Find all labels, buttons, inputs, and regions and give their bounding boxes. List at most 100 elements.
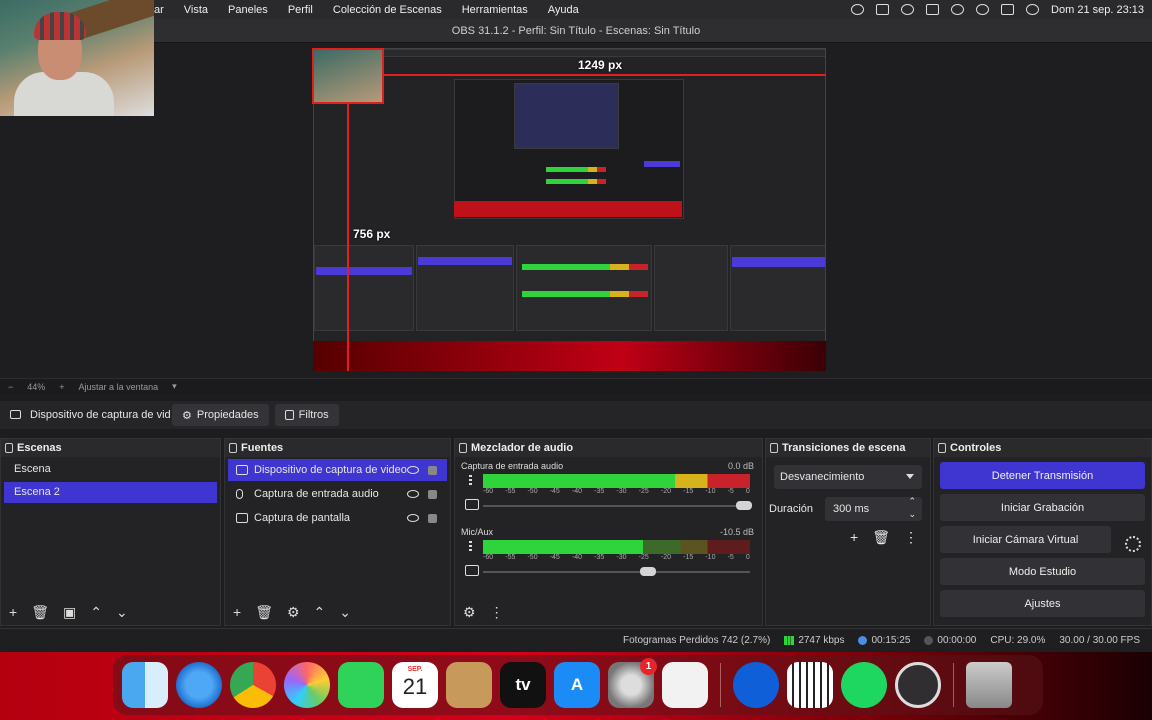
source-item-video-capture[interactable]: Dispositivo de captura de video	[228, 459, 447, 481]
preview-nested-meter-2	[546, 179, 606, 184]
move-up-icon[interactable]: ⌃	[314, 604, 326, 621]
settings-button[interactable]: Ajustes	[940, 590, 1145, 617]
source-item-screen-capture[interactable]: Captura de pantalla	[228, 507, 447, 529]
trash-icon[interactable]: 🗑	[255, 604, 273, 621]
menubar-clock[interactable]: Dom 21 sep. 23:13	[1051, 4, 1144, 16]
fit-window-label[interactable]: Ajustar a la ventana	[79, 382, 159, 392]
menu-coleccion-escenas[interactable]: Colección de Escenas	[333, 4, 442, 16]
photos-icon[interactable]	[284, 662, 330, 708]
trash-icon[interactable]	[966, 662, 1012, 708]
eye-icon[interactable]	[407, 514, 419, 522]
facetime-icon[interactable]	[338, 662, 384, 708]
move-down-icon[interactable]: ⌄	[339, 604, 351, 621]
menu-ayuda[interactable]: Ayuda	[548, 4, 579, 16]
transition-selected: Desvanecimiento	[780, 471, 865, 483]
volume-slider-handle[interactable]	[639, 567, 656, 576]
control-center-icon[interactable]	[1001, 4, 1015, 15]
eye-icon[interactable]	[407, 490, 419, 498]
record-time-status: 00:00:00	[924, 635, 976, 646]
menu-herramientas[interactable]: Herramientas	[462, 4, 528, 16]
scene-item-escena[interactable]: Escena	[4, 459, 217, 480]
app-store-icon[interactable]: A	[554, 662, 600, 708]
microphone-icon	[236, 489, 243, 499]
stop-streaming-button[interactable]: Detener Transmisión	[940, 462, 1145, 489]
channel-name: Mic/Aux	[461, 527, 494, 537]
advanced-audio-icon[interactable]: ⚙	[463, 604, 476, 621]
gear-icon[interactable]: ⚙	[287, 604, 300, 621]
trash-icon[interactable]: 🗑	[872, 529, 890, 546]
zoom-out-icon[interactable]: −	[8, 382, 13, 392]
transition-select[interactable]: Desvanecimiento	[774, 465, 922, 489]
speaker-icon[interactable]	[465, 499, 479, 510]
filters-button[interactable]: Filtros	[274, 404, 339, 426]
piano-icon[interactable]	[787, 662, 833, 708]
preview-nested-stream-button	[644, 161, 680, 167]
start-virtual-camera-button[interactable]: Iniciar Cámara Virtual	[940, 526, 1111, 553]
lock-icon[interactable]	[428, 513, 437, 523]
menu-perfil[interactable]: Perfil	[288, 4, 313, 16]
source-item-audio-input[interactable]: Captura de entrada audio	[228, 483, 447, 505]
dock-float-icon[interactable]	[5, 443, 13, 453]
wifi-icon[interactable]	[951, 4, 965, 15]
controls-header: Controles	[934, 439, 1151, 457]
zoom-in-icon[interactable]: +	[59, 382, 64, 392]
scene-filter-icon[interactable]: ▣	[63, 604, 76, 621]
screen-record-icon[interactable]	[876, 4, 890, 15]
active-source-name: Dispositivo de captura de vid	[0, 409, 172, 421]
lock-icon[interactable]	[428, 465, 437, 475]
battery-icon[interactable]	[926, 4, 940, 15]
source-label: Dispositivo de captura de video	[254, 464, 407, 476]
menu-paneles[interactable]: Paneles	[228, 4, 268, 16]
duration-input[interactable]: 300 ms ⌃ ⌄	[825, 495, 922, 521]
add-transition-icon[interactable]: +	[850, 529, 858, 546]
properties-button[interactable]: ⚙ Propiedades	[172, 404, 269, 426]
calendar-icon[interactable]: SEP. 21	[392, 662, 438, 708]
menu-truncated[interactable]: ar	[154, 4, 164, 16]
start-recording-button[interactable]: Iniciar Grabación	[940, 494, 1145, 521]
meter-ticks: -60 -55 -50 -45 -40 -35 -30 -25 -20 -15 -10 -5 0	[483, 488, 750, 497]
obs-status-icon[interactable]	[851, 4, 865, 15]
lock-icon[interactable]	[428, 489, 437, 499]
program-preview[interactable]	[313, 48, 826, 371]
audio-mixer-header: Mezclador de audio	[455, 439, 762, 457]
search-icon[interactable]	[976, 4, 990, 15]
kebab-menu-icon[interactable]: ⋮	[904, 529, 918, 546]
teamviewer-icon[interactable]	[733, 662, 779, 708]
add-source-icon[interactable]: +	[233, 604, 241, 620]
dock-float-icon[interactable]	[459, 443, 467, 453]
eye-icon[interactable]	[407, 466, 419, 474]
volume-slider[interactable]	[483, 571, 750, 573]
preview-app-icon[interactable]	[662, 662, 708, 708]
kebab-menu-icon[interactable]	[469, 541, 472, 553]
chrome-icon[interactable]	[230, 662, 276, 708]
menu-vista[interactable]: Vista	[184, 4, 208, 16]
volume-slider[interactable]	[483, 505, 750, 507]
chevron-down-icon[interactable]: ▾	[172, 381, 177, 392]
move-down-icon[interactable]: ⌄	[116, 604, 128, 621]
trash-icon[interactable]: 🗑	[31, 604, 49, 621]
obs-icon[interactable]	[895, 662, 941, 708]
volume-slider-handle[interactable]	[736, 501, 752, 510]
siri-icon[interactable]	[1026, 4, 1040, 15]
speaker-icon[interactable]	[465, 565, 479, 576]
dock-float-icon[interactable]	[229, 443, 237, 453]
scene-item-escena-2[interactable]: Escena 2	[4, 482, 217, 503]
safari-icon[interactable]	[176, 662, 222, 708]
system-settings-icon[interactable]: 1	[608, 658, 657, 708]
move-up-icon[interactable]: ⌃	[90, 604, 102, 621]
selected-source-box[interactable]	[312, 48, 384, 104]
add-scene-icon[interactable]: +	[9, 604, 17, 620]
gear-icon[interactable]	[1125, 536, 1141, 552]
preview-mac-dock	[313, 341, 826, 371]
studio-mode-button[interactable]: Modo Estudio	[940, 558, 1145, 585]
play-icon[interactable]	[901, 4, 915, 15]
spotify-icon[interactable]	[841, 662, 887, 708]
finder-icon[interactable]	[122, 662, 168, 708]
dock-float-icon[interactable]	[938, 443, 946, 453]
kebab-menu-icon[interactable]: ⋮	[490, 604, 504, 621]
apple-tv-icon[interactable]: tv	[500, 662, 546, 708]
dock-float-icon[interactable]	[770, 443, 778, 453]
kebab-menu-icon[interactable]	[469, 475, 472, 487]
contacts-icon[interactable]	[446, 662, 492, 708]
stepper-icon[interactable]: ⌃ ⌄	[908, 495, 916, 521]
